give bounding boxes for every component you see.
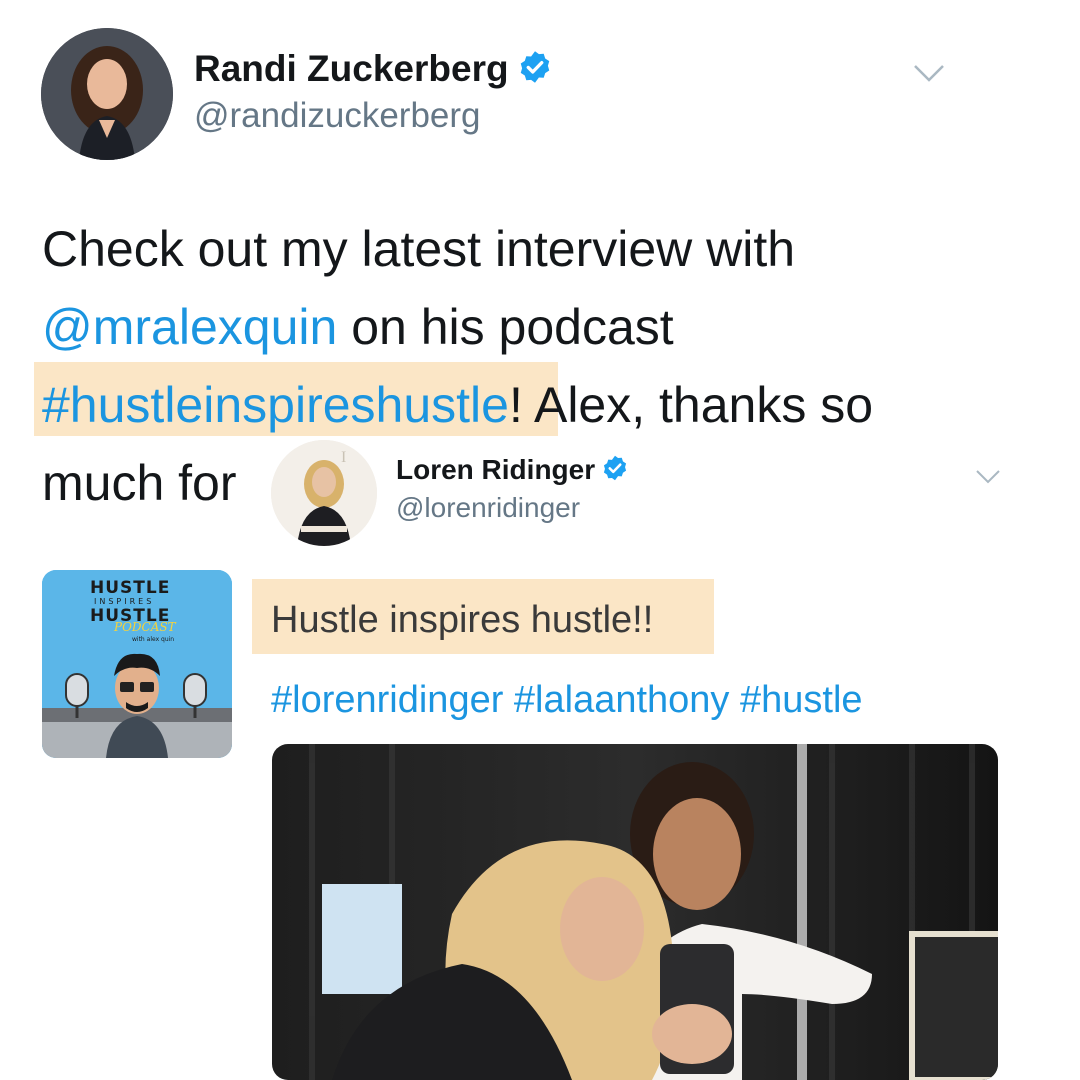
author-avatar[interactable] [41,28,173,160]
hashtag-link[interactable]: #hustleinspireshustle [42,377,509,433]
mention-link[interactable]: @mralexquin [42,299,337,355]
selfie-photo [272,744,998,1080]
podcast-artwork[interactable]: HUSTLE INSPIRES HUSTLE PODCAST with alex… [42,570,232,758]
svg-text:I: I [341,449,346,466]
embedded-author-handle[interactable]: @lorenridinger [396,492,580,524]
tweet-text-line-2: @mralexquin on his podcast [42,288,674,366]
avatar-photo [41,28,173,160]
embedded-hashtags[interactable]: #lorenridinger #lalaanthony #hustle [271,677,863,723]
verified-badge-icon [517,49,553,90]
tweet-text-line-4: much for [42,455,237,511]
embedded-photo[interactable] [272,744,998,1080]
tweet-text-line-1: Check out my latest interview with [42,221,796,277]
chevron-down-icon[interactable] [912,62,946,89]
tweet-text-segment: on his podcast [337,299,674,355]
podcast-byline: with alex quin [132,636,175,643]
embedded-author-name[interactable]: Loren Ridinger [396,454,595,486]
embedded-author-name-row[interactable]: Loren Ridinger [396,452,629,488]
podcast-script-word: PODCAST [114,620,176,634]
verified-badge-icon [601,454,629,487]
author-name[interactable]: Randi Zuckerberg [194,48,509,90]
embedded-tweet-text: Hustle inspires hustle!! [271,599,654,641]
embedded-avatar-photo: I [271,440,377,546]
podcast-title-top: HUSTLE [90,578,171,598]
author-handle[interactable]: @randizuckerberg [194,96,481,136]
podcast-title-middle: INSPIRES [94,597,155,606]
tweet-text-line-3: #hustleinspireshustle! Alex, thanks so [42,366,873,444]
author-name-row[interactable]: Randi Zuckerberg [194,46,553,92]
embedded-author-avatar[interactable]: I [271,440,377,546]
tweet-text-segment: ! Alex, thanks so [508,377,874,433]
chevron-down-icon[interactable] [975,468,1001,489]
